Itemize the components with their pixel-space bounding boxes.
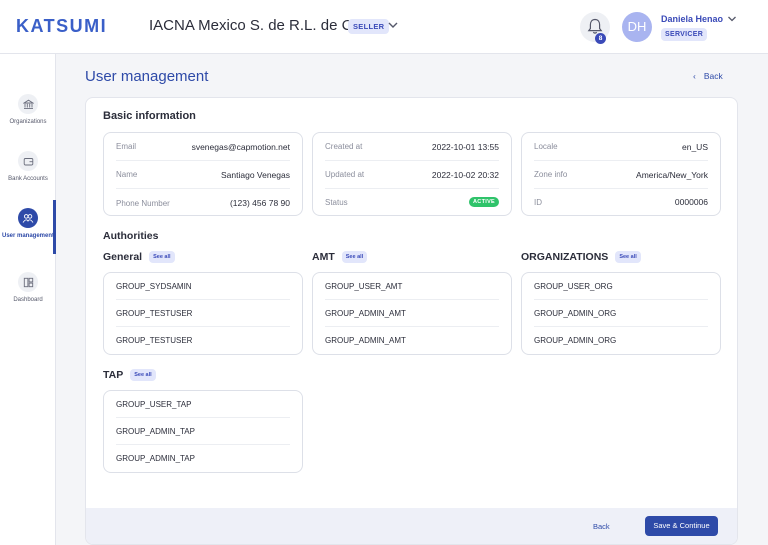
- list-item: GROUP_ADMIN_TAP: [116, 454, 195, 463]
- group-box-general: GROUP_SYDSAMIN GROUP_TESTUSER GROUP_TEST…: [103, 272, 303, 355]
- zone-value: America/New_York: [636, 169, 708, 180]
- sidebar-item-user-management[interactable]: User management: [0, 208, 56, 240]
- info-label: ID: [534, 197, 542, 207]
- info-row-id: ID 0000006: [534, 189, 708, 215]
- chevron-down-icon[interactable]: [387, 19, 399, 31]
- phone-value: (123) 456 78 90: [229, 198, 290, 208]
- sidebar-item-label: User management: [1, 233, 55, 239]
- info-row-locale: Locale en_US: [534, 133, 708, 161]
- list-item: GROUP_USER_AMT: [325, 273, 499, 300]
- info-row-zone: Zone info America/New_York: [534, 161, 708, 189]
- active-nav-indicator: [53, 200, 56, 254]
- info-row-created: Created at 2022-10-01 13:55: [325, 133, 499, 161]
- back-link[interactable]: ‹ Back: [693, 71, 723, 81]
- group-title: AMT: [312, 251, 335, 263]
- back-button[interactable]: Back: [593, 522, 610, 531]
- list-item: GROUP_SYDSAMIN: [116, 273, 290, 300]
- group-title: General: [103, 251, 143, 263]
- identity-info-box: Email svenegas@capmotion.net Name Santia…: [103, 132, 303, 216]
- basic-info-title: Basic information: [103, 110, 196, 122]
- users-icon: [18, 208, 38, 228]
- sidebar-item-label: Dashboard: [13, 297, 43, 303]
- list-item: GROUP_ADMIN_AMT: [325, 336, 406, 345]
- group-header-tap: TAP See all: [103, 369, 156, 381]
- chevron-down-icon[interactable]: [727, 14, 737, 24]
- info-label: Created at: [325, 142, 363, 151]
- avatar[interactable]: DH: [622, 12, 652, 42]
- list-item: GROUP_ADMIN_ORG: [534, 336, 617, 345]
- see-all-button[interactable]: See all: [615, 251, 641, 263]
- see-all-button[interactable]: See all: [130, 369, 156, 381]
- info-label: Email: [116, 142, 137, 151]
- list-item: GROUP_ADMIN_TAP: [116, 418, 290, 445]
- list-item: GROUP_USER_ORG: [534, 273, 708, 300]
- bank-icon: [18, 94, 38, 114]
- info-label: Zone info: [534, 170, 568, 179]
- list-item: GROUP_USER_TAP: [116, 391, 290, 418]
- page-title: User management: [85, 68, 209, 85]
- back-link-label: Back: [703, 71, 723, 81]
- locale-value: en_US: [682, 141, 708, 152]
- sidebar-item-label: Organizations: [9, 119, 47, 125]
- info-label: Status: [325, 197, 348, 207]
- user-detail-card: Basic information Email svenegas@capmoti…: [85, 97, 738, 545]
- list-item: GROUP_TESTUSER: [116, 336, 193, 345]
- status-badge: ACTIVE: [469, 197, 499, 207]
- info-row-name: Name Santiago Venegas: [116, 161, 290, 189]
- see-all-button[interactable]: See all: [341, 251, 368, 263]
- role-badge: SERVICER: [661, 28, 708, 41]
- group-header-general: General See all: [103, 251, 175, 263]
- save-continue-button[interactable]: Save & Continue: [645, 516, 718, 536]
- list-item: GROUP_TESTUSER: [116, 300, 290, 327]
- info-row-email: Email svenegas@capmotion.net: [116, 133, 290, 161]
- info-label: Locale: [534, 142, 558, 151]
- sidebar-item-bank-accounts[interactable]: Bank Accounts: [0, 151, 56, 183]
- group-box-organizations: GROUP_USER_ORG GROUP_ADMIN_ORG GROUP_ADM…: [521, 272, 721, 355]
- seller-badge: SELLER: [348, 19, 390, 34]
- chevron-left-icon: ‹: [693, 71, 696, 81]
- user-name[interactable]: Daniela Henao: [661, 14, 723, 24]
- created-value: 2022-10-01 13:55: [431, 141, 499, 152]
- group-title: ORGANIZATIONS: [521, 251, 609, 263]
- sidebar-item-label: Bank Accounts: [8, 176, 48, 182]
- name-value: Santiago Venegas: [220, 169, 290, 180]
- card-footer: Back Save & Continue: [86, 508, 737, 544]
- timestamps-info-box: Created at 2022-10-01 13:55 Updated at 2…: [312, 132, 512, 216]
- dashboard-icon: [18, 272, 38, 292]
- see-all-button[interactable]: See all: [149, 251, 175, 263]
- wallet-icon: [18, 151, 38, 171]
- id-value: 0000006: [674, 197, 708, 207]
- info-row-updated: Updated at 2022-10-02 20:32: [325, 161, 499, 189]
- notification-count-badge: 8: [595, 33, 606, 44]
- info-row-phone: Phone Number (123) 456 78 90: [116, 189, 290, 217]
- sidebar-item-dashboard[interactable]: Dashboard: [0, 272, 56, 304]
- updated-value: 2022-10-02 20:32: [431, 169, 499, 180]
- group-header-amt: AMT See all: [312, 251, 368, 263]
- email-value: svenegas@capmotion.net: [191, 141, 290, 152]
- list-item: GROUP_ADMIN_AMT: [325, 300, 499, 327]
- group-box-tap: GROUP_USER_TAP GROUP_ADMIN_TAP GROUP_ADM…: [103, 390, 303, 473]
- info-label: Phone Number: [116, 198, 170, 208]
- sidebar-item-organizations[interactable]: Organizations: [0, 94, 56, 126]
- authorities-title: Authorities: [103, 230, 159, 242]
- sidebar: Organizations Bank Accounts User managem…: [0, 54, 56, 545]
- group-header-organizations: ORGANIZATIONS See all: [521, 251, 641, 263]
- info-row-status: Status ACTIVE: [325, 189, 499, 215]
- info-label: Updated at: [325, 170, 365, 179]
- company-name[interactable]: IACNA Mexico S. de R.L. de C.V.: [149, 17, 369, 34]
- group-box-amt: GROUP_USER_AMT GROUP_ADMIN_AMT GROUP_ADM…: [312, 272, 512, 355]
- group-title: TAP: [103, 369, 124, 381]
- app-logo[interactable]: KATSUMI: [16, 16, 107, 37]
- top-bar: KATSUMI IACNA Mexico S. de R.L. de C.V. …: [0, 0, 768, 54]
- list-item: GROUP_ADMIN_ORG: [534, 300, 708, 327]
- locale-info-box: Locale en_US Zone info America/New_York …: [521, 132, 721, 216]
- info-label: Name: [116, 170, 138, 179]
